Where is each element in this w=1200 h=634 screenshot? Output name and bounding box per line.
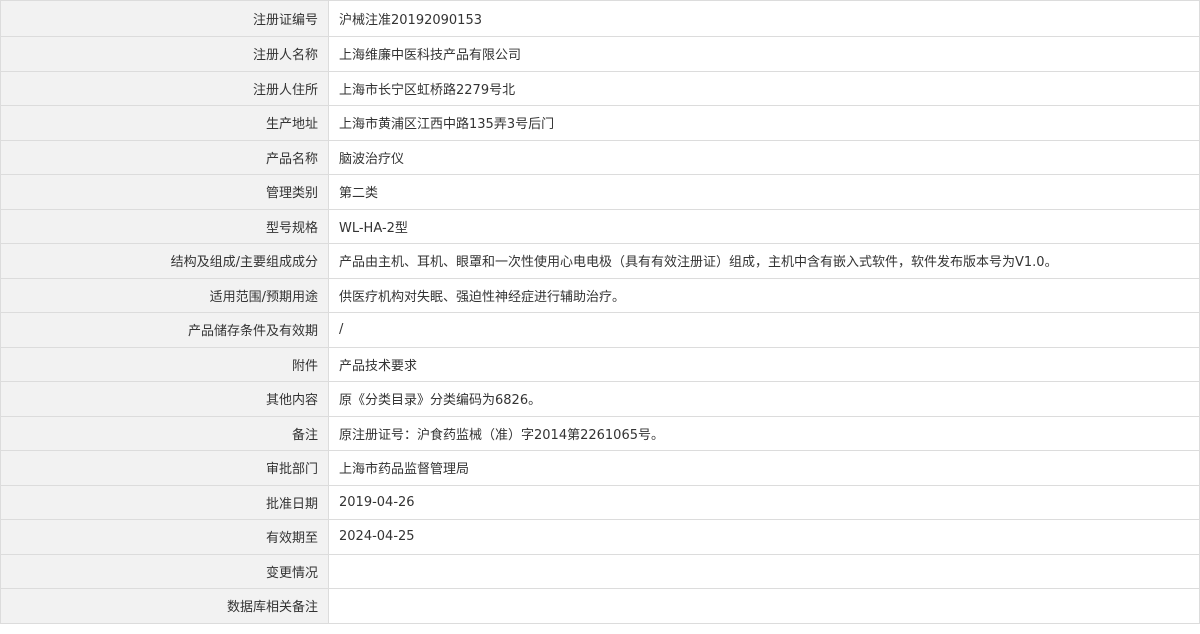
field-label: 变更情况 — [0, 553, 329, 589]
field-value: 产品技术要求 — [328, 346, 1200, 382]
record-row-other-content: 其他内容 原《分类目录》分类编码为6826。 — [0, 381, 1200, 417]
field-label: 产品名称 — [0, 139, 329, 175]
field-label: 注册人住所 — [0, 70, 329, 106]
field-label: 型号规格 — [0, 208, 329, 244]
field-label: 适用范围/预期用途 — [0, 277, 329, 313]
record-row-registrant-name: 注册人名称 上海维廉中医科技产品有限公司 — [0, 36, 1200, 72]
record-row-product-name: 产品名称 脑波治疗仪 — [0, 139, 1200, 175]
record-row-approval-date: 批准日期 2019-04-26 — [0, 484, 1200, 520]
record-row-database-remarks: 数据库相关备注 — [0, 588, 1200, 624]
record-row-change-status: 变更情况 — [0, 553, 1200, 589]
field-label: 附件 — [0, 346, 329, 382]
field-value: 原《分类目录》分类编码为6826。 — [328, 381, 1200, 417]
field-value: WL-HA-2型 — [328, 208, 1200, 244]
record-row-registrant-address: 注册人住所 上海市长宁区虹桥路2279号北 — [0, 70, 1200, 106]
field-value: 上海市黄浦区江西中路135弄3号后门 — [328, 105, 1200, 141]
record-row-registration-number: 注册证编号 沪械注准20192090153 — [0, 0, 1200, 37]
field-value: 上海市长宁区虹桥路2279号北 — [328, 70, 1200, 106]
record-row-production-address: 生产地址 上海市黄浦区江西中路135弄3号后门 — [0, 105, 1200, 141]
record-row-model-spec: 型号规格 WL-HA-2型 — [0, 208, 1200, 244]
field-value: 原注册证号：沪食药监械（准）字2014第2261065号。 — [328, 415, 1200, 451]
field-label: 产品储存条件及有效期 — [0, 312, 329, 348]
record-row-storage-validity: 产品储存条件及有效期 / — [0, 312, 1200, 348]
field-value: 供医疗机构对失眠、强迫性神经症进行辅助治疗。 — [328, 277, 1200, 313]
field-label: 生产地址 — [0, 105, 329, 141]
field-value: 沪械注准20192090153 — [328, 0, 1200, 37]
record-row-attachment: 附件 产品技术要求 — [0, 346, 1200, 382]
registration-record-table: 注册证编号 沪械注准20192090153 注册人名称 上海维廉中医科技产品有限… — [0, 0, 1200, 624]
record-row-structure-composition: 结构及组成/主要组成成分 产品由主机、耳机、眼罩和一次性使用心电电极（具有有效注… — [0, 243, 1200, 279]
record-row-remarks: 备注 原注册证号：沪食药监械（准）字2014第2261065号。 — [0, 415, 1200, 451]
field-label: 审批部门 — [0, 450, 329, 486]
field-value: 第二类 — [328, 174, 1200, 210]
field-value: 2024-04-25 — [328, 519, 1200, 555]
field-label: 管理类别 — [0, 174, 329, 210]
field-label: 注册证编号 — [0, 0, 329, 37]
field-value: 上海维廉中医科技产品有限公司 — [328, 36, 1200, 72]
field-label: 有效期至 — [0, 519, 329, 555]
record-row-approval-department: 审批部门 上海市药品监督管理局 — [0, 450, 1200, 486]
field-label: 结构及组成/主要组成成分 — [0, 243, 329, 279]
registration-record-body: 注册证编号 沪械注准20192090153 注册人名称 上海维廉中医科技产品有限… — [0, 0, 1200, 624]
field-value: / — [328, 312, 1200, 348]
field-value: 产品由主机、耳机、眼罩和一次性使用心电电极（具有有效注册证）组成，主机中含有嵌入… — [328, 243, 1200, 279]
field-value: 2019-04-26 — [328, 484, 1200, 520]
field-value — [328, 553, 1200, 589]
field-value: 上海市药品监督管理局 — [328, 450, 1200, 486]
field-value — [328, 588, 1200, 624]
field-label: 备注 — [0, 415, 329, 451]
record-row-intended-use: 适用范围/预期用途 供医疗机构对失眠、强迫性神经症进行辅助治疗。 — [0, 277, 1200, 313]
field-value: 脑波治疗仪 — [328, 139, 1200, 175]
field-label: 其他内容 — [0, 381, 329, 417]
field-label: 数据库相关备注 — [0, 588, 329, 624]
record-row-management-category: 管理类别 第二类 — [0, 174, 1200, 210]
field-label: 注册人名称 — [0, 36, 329, 72]
field-label: 批准日期 — [0, 484, 329, 520]
record-row-valid-until: 有效期至 2024-04-25 — [0, 519, 1200, 555]
